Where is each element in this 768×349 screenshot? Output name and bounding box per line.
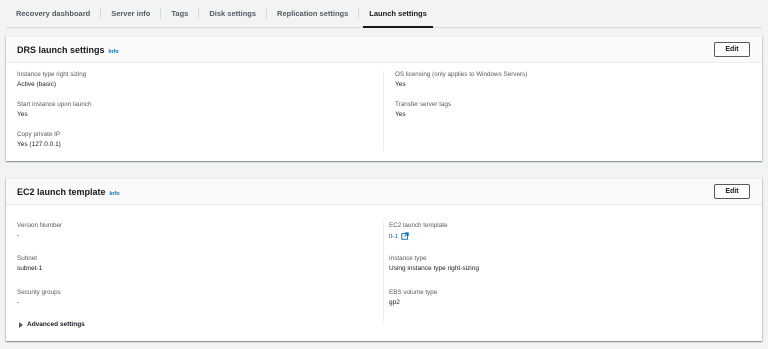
tab-bar: Recovery dashboard Server info Tags Disk…	[6, 0, 762, 28]
field-value: gp2	[389, 299, 400, 306]
tab-tags[interactable]: Tags	[161, 0, 198, 27]
ec2-launch-template-title: EC2 launch template	[17, 186, 106, 197]
advanced-settings-toggle[interactable]: Advanced settings	[19, 321, 85, 328]
field-security-groups: Security groups -	[17, 289, 61, 306]
field-ebs-volume-type: EBS volume type gp2	[389, 289, 437, 306]
external-link-icon	[401, 232, 409, 240]
tab-server-info[interactable]: Server info	[101, 0, 160, 27]
caret-right-icon	[19, 321, 23, 328]
field-value: Yes	[395, 111, 406, 118]
field-ec2-launch-template: EC2 launch template lt-1	[389, 222, 447, 240]
field-label: EC2 launch template	[389, 222, 448, 229]
ec2-launch-template-panel: EC2 launch template Info Edit Version Nu…	[6, 178, 762, 341]
field-transfer-server-tags: Transfer server tags Yes	[395, 101, 451, 118]
drs-launch-settings-panel: DRS launch settings Info Edit Instance t…	[6, 36, 762, 161]
tab-launch-settings[interactable]: Launch settings	[359, 0, 437, 28]
field-label: OS licensing (only applies to Windows Se…	[395, 71, 528, 78]
field-version-number: Version Number -	[17, 222, 62, 239]
field-label: Instance type right sizing	[17, 71, 87, 78]
field-label: Transfer server tags	[395, 101, 452, 108]
column-divider	[383, 222, 384, 322]
field-start-instance-upon-launch: Start instance upon launch Yes	[17, 101, 92, 118]
field-instance-type-right-sizing: Instance type right sizing Active (basic…	[17, 71, 86, 88]
info-link[interactable]: Info	[109, 49, 119, 55]
tab-replication-settings[interactable]: Replication settings	[267, 0, 358, 27]
field-value: -	[17, 232, 20, 239]
field-value: Yes (127.0.0.1)	[17, 141, 61, 148]
drs-launch-settings-title: DRS launch settings	[17, 44, 105, 55]
panel-header: DRS launch settings Info Edit	[6, 37, 762, 63]
panel-header: EC2 launch template Info Edit	[6, 179, 762, 205]
field-subnet: Subnet subnet-1	[17, 255, 42, 272]
column-divider	[383, 71, 384, 151]
tab-recovery-dashboard[interactable]: Recovery dashboard	[6, 0, 100, 27]
field-value: Active (basic)	[17, 81, 57, 88]
field-value: -	[17, 299, 20, 306]
field-label: Copy private IP	[17, 131, 61, 138]
field-label: Security groups	[17, 289, 61, 296]
field-copy-private-ip: Copy private IP Yes (127.0.0.1)	[17, 131, 61, 148]
field-os-licensing: OS licensing (only applies to Windows Se…	[395, 71, 527, 88]
panel-title: DRS launch settings Info	[17, 45, 119, 55]
launch-template-link[interactable]: lt-1	[389, 232, 409, 240]
launch-template-link-text: lt-1	[389, 232, 399, 240]
field-label: EBS volume type	[389, 289, 438, 296]
field-value: Yes	[17, 111, 28, 118]
field-value: Using instance type right-sizing	[389, 265, 479, 272]
advanced-settings-label: Advanced settings	[27, 321, 85, 328]
drs-edit-button[interactable]: Edit	[714, 42, 750, 57]
field-label: Instance type	[389, 255, 427, 262]
info-link[interactable]: Info	[110, 191, 120, 197]
field-instance-type: Instance type Using instance type right-…	[389, 255, 479, 272]
field-value: subnet-1	[17, 265, 43, 272]
field-label: Version Number	[17, 222, 63, 229]
field-label: Start instance upon launch	[17, 101, 92, 108]
field-value: Yes	[395, 81, 406, 88]
field-label: Subnet	[17, 255, 37, 262]
field-value: lt-1	[389, 232, 447, 240]
tab-disk-settings[interactable]: Disk settings	[199, 0, 266, 27]
panel-title: EC2 launch template Info	[17, 187, 120, 197]
ec2-edit-button[interactable]: Edit	[714, 184, 750, 199]
